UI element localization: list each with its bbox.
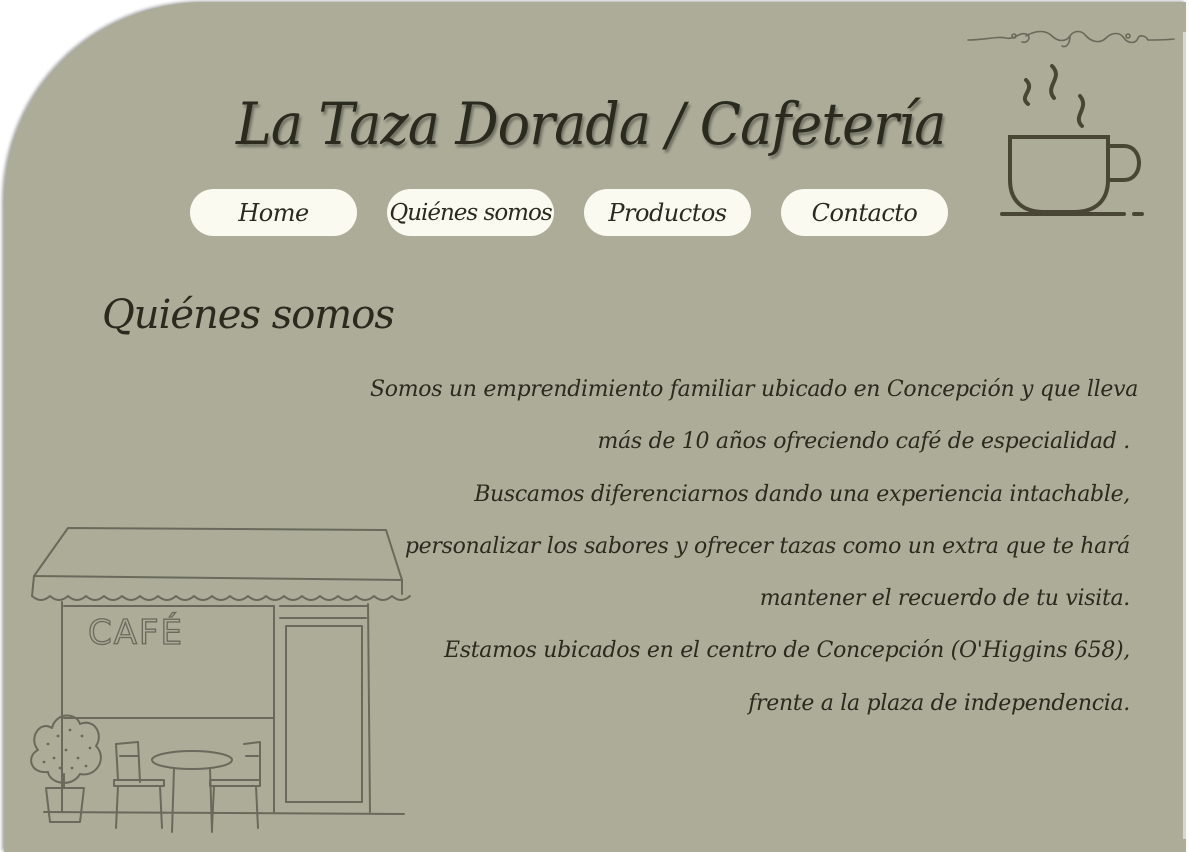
cafe-storefront-illustration: CAFÉ (30, 527, 411, 833)
about-line: Buscamos diferenciarnos dando una experi… (474, 481, 1130, 507)
cafe-sign-text: CAFÉ (88, 612, 184, 653)
about-line: mantener el recuerdo de tu visita. (759, 586, 1131, 612)
nav-contact-button[interactable]: Contacto (781, 189, 948, 236)
main-nav: Home Quiénes somos Productos Contacto (190, 189, 948, 236)
coffee-cup-icon (1000, 64, 1144, 216)
nav-products-button[interactable]: Productos (584, 189, 751, 236)
about-line: Estamos ubicados en el centro de Concepc… (443, 638, 1130, 664)
about-line: frente a la plaza de independencia. (748, 690, 1130, 716)
about-line: más de 10 años ofreciendo café de especi… (597, 429, 1131, 455)
nav-about-button[interactable]: Quiénes somos (387, 189, 554, 236)
ornament-flourish-icon (967, 30, 1175, 48)
nav-home-button[interactable]: Home (190, 189, 357, 236)
site-title: La Taza Dorada / Cafetería (236, 90, 946, 158)
about-text: Somos un emprendimiento familiar ubicado… (370, 364, 1139, 730)
page-background: La Taza Dorada / Cafetería Home Quiénes … (4, 2, 1186, 852)
section-heading: Quiénes somos (102, 292, 395, 338)
about-line: personalizar los sabores y ofrecer tazas… (404, 533, 1130, 559)
about-line: Somos un emprendimiento familiar ubicado… (370, 377, 1139, 402)
scroll-edge (1183, 32, 1186, 839)
